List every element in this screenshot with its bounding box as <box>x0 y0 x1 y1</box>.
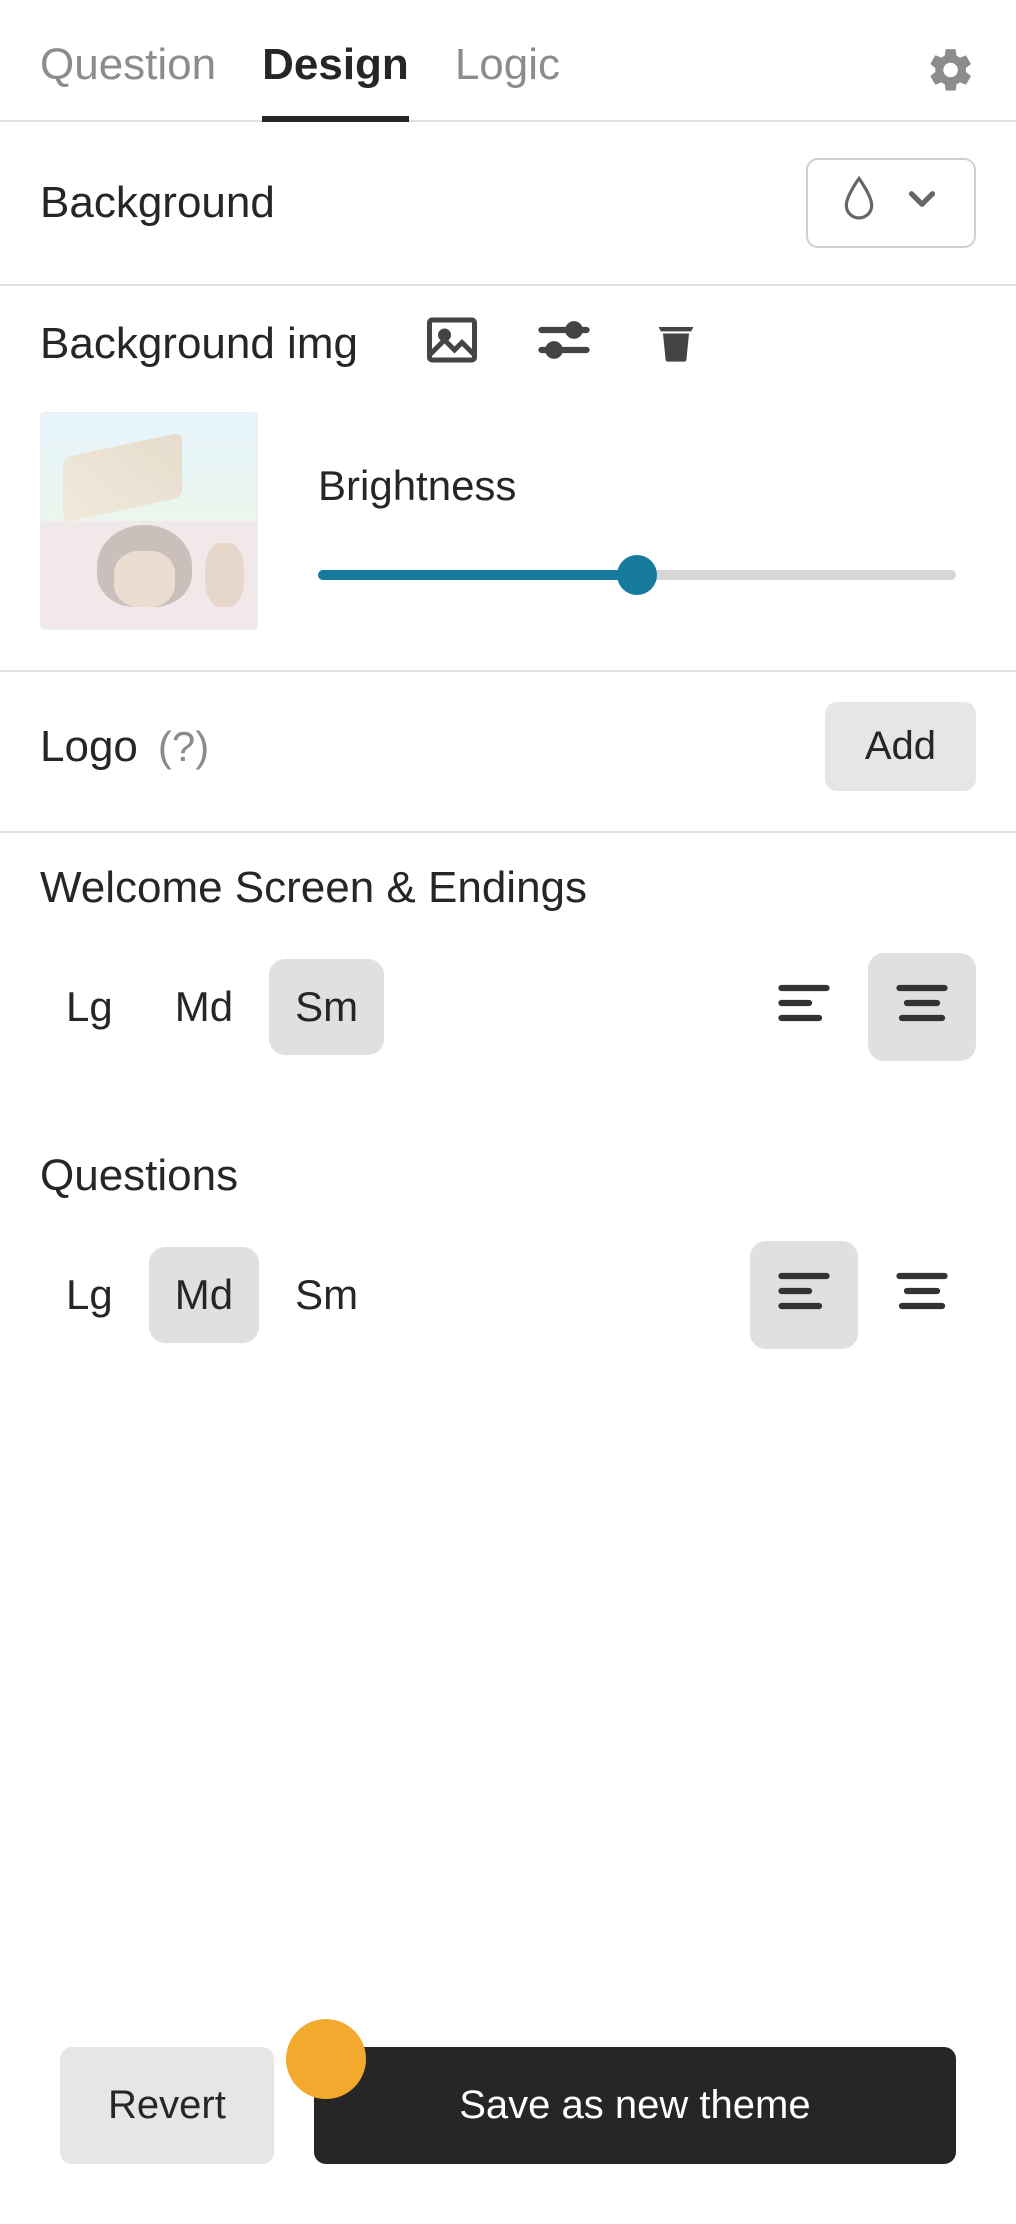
image-icon <box>422 310 482 379</box>
welcome-section: Welcome Screen & Endings Lg Md Sm <box>0 833 1016 1121</box>
background-image-thumbnail[interactable] <box>40 412 258 630</box>
brightness-slider[interactable] <box>318 570 956 580</box>
image-picker-button[interactable] <box>424 316 480 372</box>
questions-section: Questions Lg Md Sm <box>0 1121 1016 1389</box>
sliders-icon <box>534 310 594 379</box>
welcome-align-left[interactable] <box>750 953 858 1061</box>
questions-size-md[interactable]: Md <box>149 1247 259 1343</box>
logo-add-button[interactable]: Add <box>825 702 976 791</box>
tab-design[interactable]: Design <box>262 20 409 120</box>
welcome-size-lg[interactable]: Lg <box>40 959 139 1055</box>
tab-logic[interactable]: Logic <box>455 20 560 120</box>
align-center-icon <box>892 1261 952 1330</box>
image-delete-button[interactable] <box>648 316 704 372</box>
welcome-size-md[interactable]: Md <box>149 959 259 1055</box>
welcome-size-sm[interactable]: Sm <box>269 959 384 1055</box>
background-section: Background <box>0 122 1016 286</box>
welcome-heading: Welcome Screen & Endings <box>40 863 976 913</box>
questions-size-sm[interactable]: Sm <box>269 1247 384 1343</box>
brightness-label: Brightness <box>318 462 956 510</box>
questions-size-lg[interactable]: Lg <box>40 1247 139 1343</box>
chevron-down-icon <box>901 178 943 229</box>
questions-align-center[interactable] <box>868 1241 976 1349</box>
welcome-size-group: Lg Md Sm <box>40 959 384 1055</box>
align-left-icon <box>774 973 834 1042</box>
questions-align-left[interactable] <box>750 1241 858 1349</box>
revert-button[interactable]: Revert <box>60 2047 274 2164</box>
footer: Revert Save as new theme <box>0 1987 1016 2224</box>
questions-heading: Questions <box>40 1151 976 1201</box>
questions-size-group: Lg Md Sm <box>40 1247 384 1343</box>
background-color-dropdown[interactable] <box>806 158 976 248</box>
logo-section: Logo (?) Add <box>0 672 1016 833</box>
background-image-section: Background img <box>0 286 1016 672</box>
slider-knob[interactable] <box>617 555 657 595</box>
background-image-label: Background img <box>40 319 358 369</box>
tab-question[interactable]: Question <box>40 20 216 120</box>
gear-icon <box>926 45 976 95</box>
save-theme-label: Save as new theme <box>459 2083 810 2127</box>
welcome-align-group <box>750 953 976 1061</box>
logo-label: Logo <box>40 722 138 772</box>
welcome-align-center[interactable] <box>868 953 976 1061</box>
image-settings-button[interactable] <box>536 316 592 372</box>
save-theme-button[interactable]: Save as new theme <box>314 2047 956 2164</box>
tabs: Question Design Logic <box>0 20 1016 122</box>
questions-align-group <box>750 1241 976 1349</box>
align-left-icon <box>774 1261 834 1330</box>
trash-icon <box>650 314 702 375</box>
highlight-dot-icon <box>286 2019 366 2099</box>
settings-button[interactable] <box>926 45 976 95</box>
logo-help[interactable]: (?) <box>158 723 209 771</box>
droplet-icon <box>840 175 878 232</box>
background-label: Background <box>40 178 275 228</box>
align-center-icon <box>892 973 952 1042</box>
